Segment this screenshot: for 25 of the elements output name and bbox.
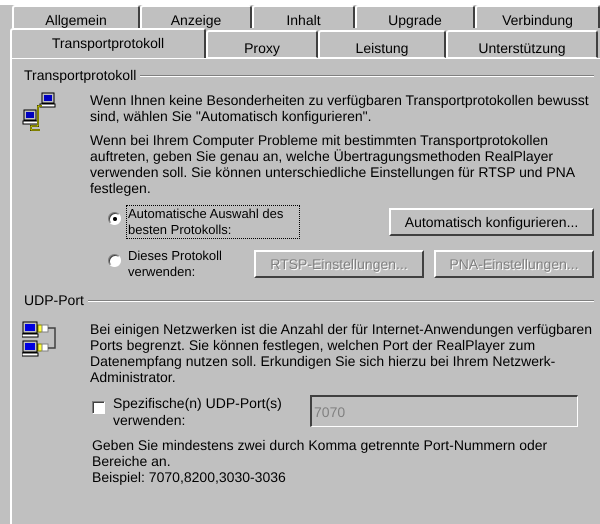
hint-text: Geben Sie mindestens zwei durch Komma getrennte Port-Nummern oder Bereiche an. [92, 437, 548, 469]
tab[interactable]: Upgrade [355, 5, 475, 28]
tab[interactable]: Transportprotokoll [10, 28, 206, 58]
tab[interactable]: Anzeige [140, 5, 252, 28]
radio-label[interactable]: Automatische Auswahl des besten Protokolls: [127, 206, 299, 238]
udp-description: Bei einigen Netzwerken ist die Anzahl der für Internet-Anwendungen verfügbaren Ports begrenzt. Sie können festlegen, welchen Port der RealPlayer zum Datenempfang nutzen soll. Erkundigen Sie sich hierzu bei Ihrem Netzwerk-Administrator. [90, 321, 592, 385]
tab[interactable]: Verbindung [475, 5, 600, 28]
checkbox[interactable] [92, 401, 105, 414]
connected-computers-icon [22, 321, 58, 359]
tab[interactable]: Proxy [206, 30, 318, 58]
checkbox-label[interactable]: Spezifische(n) UDP-Port(s) verwenden: [113, 395, 303, 429]
radio-label[interactable]: Dieses Protokoll verwenden: [127, 248, 247, 280]
tab[interactable]: Leistung [318, 30, 446, 58]
intro-text: Wenn Ihnen keine Besonderheiten zu verfügbaren Transportprotokollen bewusst sind, wählen Sie "Automatisch konfigurieren". [90, 92, 590, 124]
networked-computers-icon [22, 92, 56, 134]
group-title: UDP-Port [24, 291, 84, 310]
group-title: Transportprotokoll [24, 66, 136, 85]
tab[interactable]: Allgemein [12, 5, 140, 28]
tab[interactable]: Unterstützung [446, 30, 598, 58]
push-button[interactable]: Automatisch konfigurieren... [389, 208, 594, 236]
radio-button[interactable] [108, 212, 121, 225]
tab[interactable]: Inhalt [252, 5, 355, 28]
example-text: Beispiel: 7070,8200,3030-3036 [92, 469, 287, 485]
details-text: Wenn bei Ihrem Computer Probleme mit bestimmten Transportprotokollen auftreten, geben Sie genau an, welche Übertragungsmethoden RealPlayer verwenden soll. Sie können unterschiedliche Einstellungen für RTSP und PNA festlegen. [90, 132, 576, 196]
radio-button[interactable] [108, 254, 121, 267]
